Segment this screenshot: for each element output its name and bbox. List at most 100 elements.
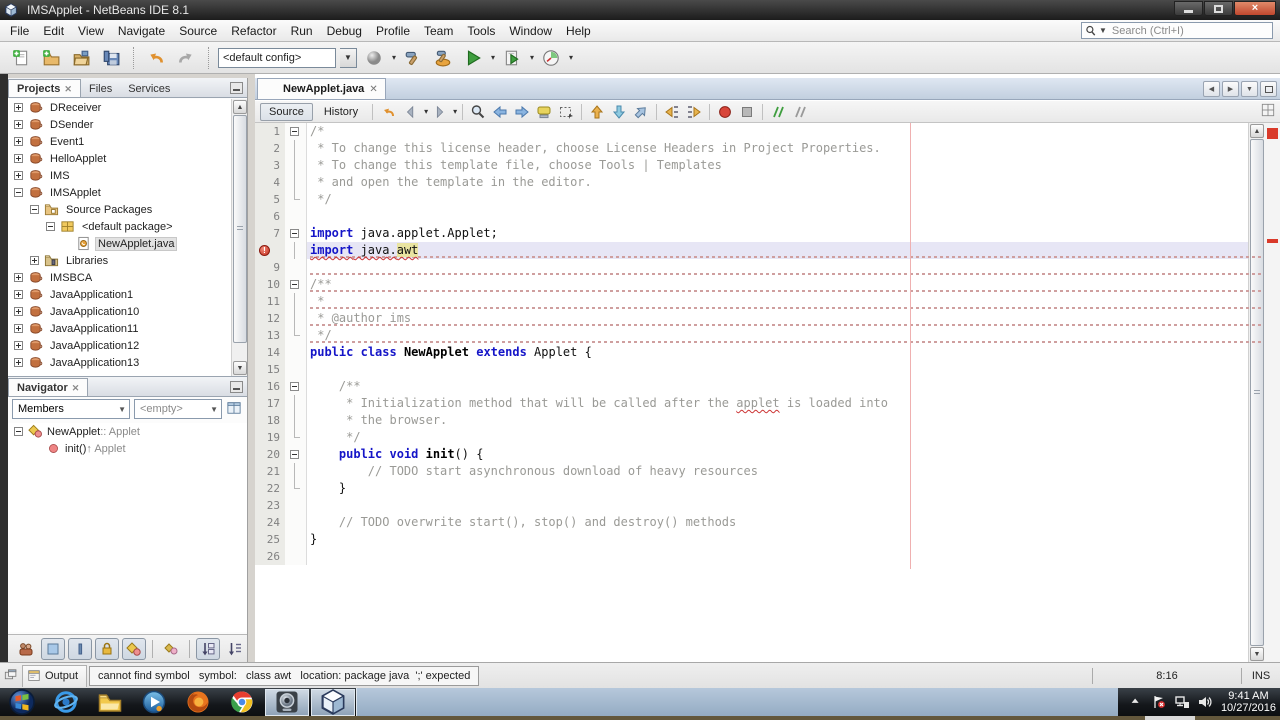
fold-toggle-icon[interactable] bbox=[285, 123, 307, 140]
redo-button[interactable] bbox=[173, 45, 199, 71]
taskbar-media-player[interactable] bbox=[132, 688, 176, 716]
save-all-button[interactable] bbox=[98, 45, 124, 71]
config-select[interactable]: <default config> bbox=[218, 47, 336, 68]
taskbar-netbeans[interactable] bbox=[311, 688, 355, 716]
profile-dropdown-icon[interactable]: ▾ bbox=[569, 53, 573, 62]
back-dropdown-icon[interactable]: ▾ bbox=[424, 107, 428, 116]
expand-icon[interactable] bbox=[14, 171, 23, 180]
members-filter-select[interactable]: Members ▼ bbox=[12, 399, 130, 419]
show-static-filter-button[interactable] bbox=[67, 637, 93, 660]
maximize-editor-icon[interactable] bbox=[1260, 81, 1277, 97]
sort-source-filter-button[interactable] bbox=[223, 638, 247, 660]
new-project-button[interactable] bbox=[38, 45, 64, 71]
collapse-icon[interactable] bbox=[14, 427, 23, 436]
expand-icon[interactable] bbox=[14, 290, 23, 299]
tab-list-icon[interactable]: ▼ bbox=[1241, 81, 1258, 97]
code-line-26[interactable]: 26 bbox=[255, 548, 1264, 565]
menu-window[interactable]: Window bbox=[502, 21, 559, 41]
forward-dropdown-icon[interactable]: ▾ bbox=[453, 107, 457, 116]
scroll-up-icon[interactable]: ▲ bbox=[233, 100, 247, 114]
tree-item-javaapplication1[interactable]: JavaApplication1 bbox=[8, 286, 231, 303]
close-tab-icon[interactable]: ✕ bbox=[369, 84, 377, 95]
menu-tools[interactable]: Tools bbox=[460, 21, 502, 41]
code-line-1[interactable]: 1 /* bbox=[255, 123, 1264, 140]
history-view-button[interactable]: History bbox=[316, 103, 366, 121]
fold-toggle-icon[interactable] bbox=[285, 446, 307, 463]
code-line-22[interactable]: 22 } bbox=[255, 480, 1264, 497]
menu-run[interactable]: Run bbox=[284, 21, 320, 41]
macro-stop-icon[interactable] bbox=[737, 103, 757, 121]
clean-build-button[interactable] bbox=[430, 45, 456, 71]
tray-expand-icon[interactable] bbox=[1128, 694, 1144, 710]
indent-left-icon[interactable] bbox=[662, 103, 682, 121]
navigator-item[interactable]: init() ↑ Applet bbox=[8, 440, 247, 457]
indent-right-icon[interactable] bbox=[684, 103, 704, 121]
expand-icon[interactable] bbox=[14, 358, 23, 367]
navigator-item[interactable]: NewApplet :: Applet bbox=[8, 423, 247, 440]
close-tab-icon[interactable]: ✕ bbox=[64, 84, 72, 95]
code-line-10[interactable]: 10 /** bbox=[255, 276, 1264, 293]
error-stripe[interactable] bbox=[1264, 123, 1280, 662]
projects-scrollbar[interactable]: ▲ ▼ bbox=[231, 99, 247, 376]
editor-scrollbar[interactable]: ▲ ▼ bbox=[1248, 123, 1264, 662]
undo-button[interactable] bbox=[143, 45, 169, 71]
back-icon[interactable] bbox=[401, 103, 421, 121]
find-next-icon[interactable] bbox=[512, 103, 532, 121]
expand-icon[interactable] bbox=[14, 154, 23, 163]
close-tab-icon[interactable]: ✕ bbox=[72, 383, 80, 394]
tree-item-javaapplication10[interactable]: JavaApplication10 bbox=[8, 303, 231, 320]
macro-record-icon[interactable] bbox=[715, 103, 735, 121]
debug-dropdown-icon[interactable]: ▾ bbox=[530, 53, 534, 62]
menu-view[interactable]: View bbox=[71, 21, 111, 41]
last-edit-icon[interactable] bbox=[379, 103, 399, 121]
volume-icon[interactable] bbox=[1197, 694, 1213, 710]
menu-file[interactable]: File bbox=[3, 21, 36, 41]
insert-mode-indicator[interactable]: INS bbox=[1242, 670, 1280, 682]
expand-icon[interactable] bbox=[14, 103, 23, 112]
code-line-4[interactable]: 4 * and open the template in the editor. bbox=[255, 174, 1264, 191]
code-line-23[interactable]: 23 bbox=[255, 497, 1264, 514]
expand-icon[interactable] bbox=[14, 137, 23, 146]
highlight-icon[interactable] bbox=[534, 103, 554, 121]
tree-item-event1[interactable]: Event1 bbox=[8, 133, 231, 150]
menu-edit[interactable]: Edit bbox=[36, 21, 71, 41]
code-line-25[interactable]: 25} bbox=[255, 531, 1264, 548]
tree-item-dreceiver[interactable]: DReceiver bbox=[8, 99, 231, 116]
deploy-button[interactable] bbox=[361, 45, 387, 71]
rect-select-icon[interactable] bbox=[556, 103, 576, 121]
code-line-17[interactable]: 17 * Initialization method that will be … bbox=[255, 395, 1264, 412]
menu-navigate[interactable]: Navigate bbox=[111, 21, 172, 41]
menu-debug[interactable]: Debug bbox=[320, 21, 369, 41]
tree-item-newapplet-java[interactable]: NewApplet.java bbox=[8, 235, 231, 252]
show-fields-filter-button[interactable] bbox=[40, 637, 65, 660]
code-line-3[interactable]: 3 * To change this template file, choose… bbox=[255, 157, 1264, 174]
maximize-button[interactable] bbox=[1204, 1, 1233, 16]
minimize-button[interactable] bbox=[1174, 1, 1203, 16]
fold-toggle-icon[interactable] bbox=[285, 225, 307, 242]
forward-icon[interactable] bbox=[430, 103, 450, 121]
prev-occurrence-icon[interactable] bbox=[587, 103, 607, 121]
collapse-icon[interactable] bbox=[14, 188, 23, 197]
tab-projects[interactable]: Projects ✕ bbox=[8, 79, 81, 97]
tree-item-ims[interactable]: IMS bbox=[8, 167, 231, 184]
code-line-6[interactable]: 6 bbox=[255, 208, 1264, 225]
tab-newapplet-java[interactable]: NewApplet.java ✕ bbox=[257, 78, 386, 99]
code-line-14[interactable]: 14 public class NewApplet extends Applet … bbox=[255, 344, 1264, 361]
search-input[interactable]: ▼ Search (Ctrl+I) bbox=[1081, 22, 1273, 39]
sort-alpha-filter-button[interactable] bbox=[196, 637, 221, 660]
profile-button[interactable] bbox=[538, 45, 564, 71]
code-line-9[interactable]: 9 bbox=[255, 259, 1264, 276]
minimize-panel-icon[interactable] bbox=[230, 82, 243, 94]
taskbar-firefox[interactable] bbox=[176, 688, 220, 716]
scroll-tabs-right-icon[interactable]: ▶ bbox=[1222, 81, 1239, 97]
tree-item-dsender[interactable]: DSender bbox=[8, 116, 231, 133]
code-line-2[interactable]: 2 * To change this license header, choos… bbox=[255, 140, 1264, 157]
code-editor[interactable]: 1 /* 2 * To change this license header, ch… bbox=[255, 123, 1264, 662]
code-line-11[interactable]: 11 * bbox=[255, 293, 1264, 310]
split-editor-icon[interactable] bbox=[1261, 103, 1275, 117]
code-line-15[interactable]: 15 bbox=[255, 361, 1264, 378]
scope-filter-select[interactable]: <empty> ▼ bbox=[134, 399, 222, 419]
code-line-18[interactable]: 18 * the browser. bbox=[255, 412, 1264, 429]
show-anonymous-filter-button[interactable] bbox=[159, 638, 183, 660]
code-line-12[interactable]: 12 * @author ims bbox=[255, 310, 1264, 327]
